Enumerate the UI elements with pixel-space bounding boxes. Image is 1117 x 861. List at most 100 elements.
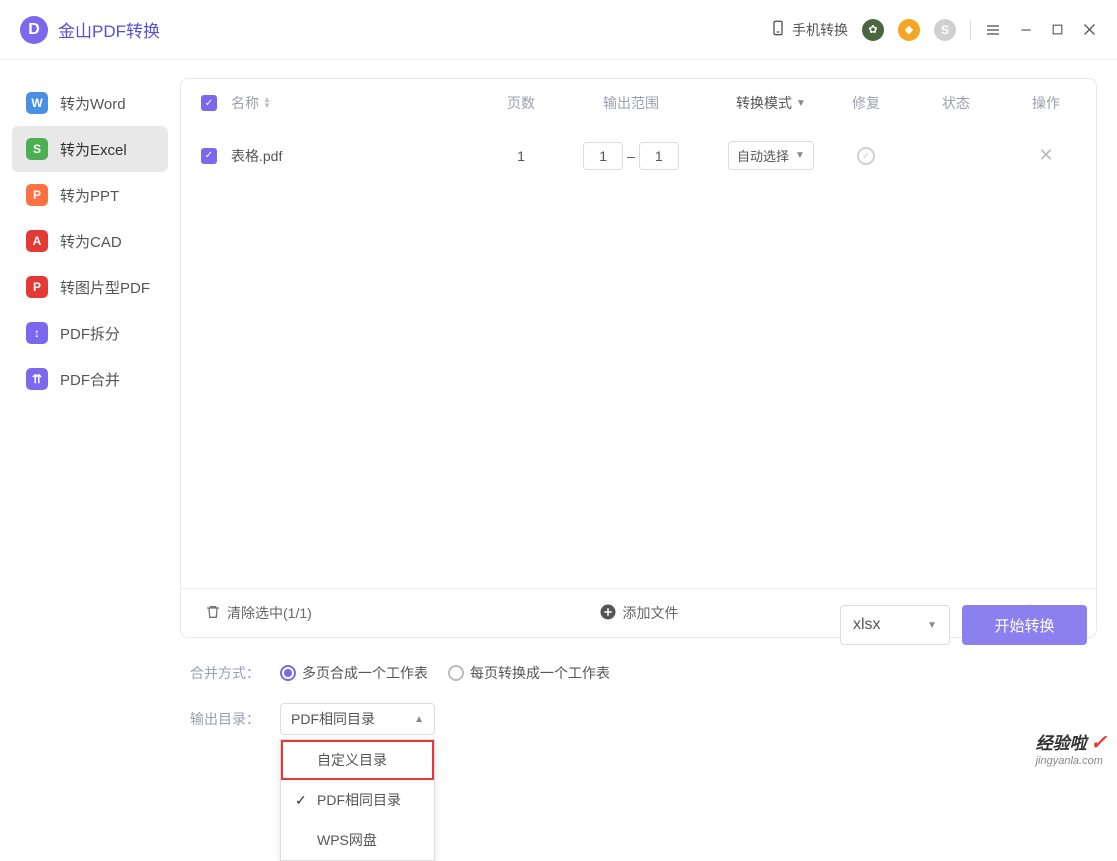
format-value: xlsx <box>853 616 881 634</box>
merge-icon: ⇈ <box>26 368 48 390</box>
split-icon: ↕ <box>26 322 48 344</box>
minimize-icon[interactable] <box>1019 23 1033 37</box>
header-action: 操作 <box>1016 93 1076 113</box>
file-list: ✓ 表格.pdf 1 – 自动选择 ▼ <box>181 127 1096 588</box>
header-repair: 修复 <box>836 93 896 113</box>
titlebar: D 金山PDF转换 手机转换 ✿ ◆ S <box>0 0 1117 60</box>
sidebar-item-label: 转为CAD <box>60 231 122 252</box>
sidebar: W 转为Word S 转为Excel P 转为PPT A 转为CAD P 转图片… <box>0 60 180 775</box>
clear-label: 清除选中(1/1) <box>227 603 312 623</box>
row-checkbox[interactable]: ✓ <box>201 148 217 164</box>
phone-icon <box>770 20 786 39</box>
table-header: ✓ 名称 ▲▼ 页数 输出范围 转换模式 ▼ 修复 状态 操作 <box>181 79 1096 127</box>
sidebar-item-merge[interactable]: ⇈ PDF合并 <box>12 356 168 402</box>
chevron-down-icon: ▼ <box>796 98 806 109</box>
sidebar-item-imgpdf[interactable]: P 转图片型PDF <box>12 264 168 310</box>
sync-badge-icon[interactable]: S <box>934 19 956 41</box>
select-all-checkbox[interactable]: ✓ <box>201 95 217 111</box>
header-name-label: 名称 <box>231 93 259 113</box>
avatar-badge-icon[interactable]: ✿ <box>862 19 884 41</box>
range-from-input[interactable] <box>583 142 623 170</box>
dropdown-custom-dir[interactable]: 自定义目录 <box>281 740 434 780</box>
chevron-down-icon: ▼ <box>795 150 805 161</box>
remove-file-icon[interactable]: ✕ <box>1038 145 1053 165</box>
dropdown-same-label: PDF相同目录 <box>317 790 401 810</box>
app-title: 金山PDF转换 <box>58 17 160 42</box>
divider <box>970 20 971 40</box>
sidebar-item-label: 转为PPT <box>60 185 119 206</box>
header-name[interactable]: 名称 ▲▼ <box>231 93 486 113</box>
word-icon: W <box>26 92 48 114</box>
watermark-url: jingyanla.com <box>1036 755 1107 767</box>
merge-option-row: 合并方式： 多页合成一个工作表 每页转换成一个工作表 <box>190 663 1087 683</box>
file-name[interactable]: 表格.pdf <box>231 146 486 166</box>
main: W 转为Word S 转为Excel P 转为PPT A 转为CAD P 转图片… <box>0 60 1117 775</box>
plus-circle-icon <box>599 603 617 624</box>
dropdown-same-dir[interactable]: ✓ PDF相同目录 <box>281 780 434 820</box>
maximize-icon[interactable] <box>1051 23 1064 36</box>
file-pages: 1 <box>486 148 556 164</box>
format-select[interactable]: xlsx ▼ <box>840 605 950 645</box>
sidebar-item-ppt[interactable]: P 转为PPT <box>12 172 168 218</box>
output-dir-dropdown: 自定义目录 ✓ PDF相同目录 WPS网盘 <box>280 739 435 861</box>
app-logo-icon: D <box>20 16 48 44</box>
close-icon[interactable] <box>1082 22 1097 37</box>
trash-icon <box>205 604 221 623</box>
sidebar-item-cad[interactable]: A 转为CAD <box>12 218 168 264</box>
sidebar-item-excel[interactable]: S 转为Excel <box>12 126 168 172</box>
merge-multi-radio[interactable]: 每页转换成一个工作表 <box>448 663 610 683</box>
bottom-actions: xlsx ▼ 开始转换 <box>840 605 1087 645</box>
add-file-label: 添加文件 <box>623 603 679 623</box>
range-separator: – <box>627 148 639 164</box>
image-pdf-icon: P <box>26 276 48 298</box>
dropdown-wps-drive[interactable]: WPS网盘 <box>281 820 434 860</box>
file-range: – <box>556 142 706 170</box>
sidebar-item-label: PDF合并 <box>60 369 120 390</box>
sidebar-item-label: 转为Word <box>60 93 126 114</box>
options-area: 合并方式： 多页合成一个工作表 每页转换成一个工作表 输出目录： PDF相同目录… <box>180 638 1097 755</box>
table-row: ✓ 表格.pdf 1 – 自动选择 ▼ <box>181 127 1096 184</box>
header-mode[interactable]: 转换模式 ▼ <box>706 93 836 113</box>
sidebar-item-label: PDF拆分 <box>60 323 120 344</box>
radio-unchecked-icon <box>448 665 464 681</box>
output-dir-select[interactable]: PDF相同目录 ▲ <box>280 703 435 735</box>
header-range: 输出范围 <box>556 93 706 113</box>
sidebar-item-split[interactable]: ↕ PDF拆分 <box>12 310 168 356</box>
sidebar-item-word[interactable]: W 转为Word <box>12 80 168 126</box>
cad-icon: A <box>26 230 48 252</box>
file-panel: ✓ 名称 ▲▼ 页数 输出范围 转换模式 ▼ 修复 状态 操作 <box>180 78 1097 638</box>
content-area: ✓ 名称 ▲▼ 页数 输出范围 转换模式 ▼ 修复 状态 操作 <box>180 60 1117 775</box>
titlebar-right: 手机转换 ✿ ◆ S <box>770 19 1097 41</box>
output-dir-value: PDF相同目录 <box>291 709 375 729</box>
mode-select[interactable]: 自动选择 ▼ <box>728 141 814 170</box>
clear-selected-button[interactable]: 清除选中(1/1) <box>205 603 312 623</box>
logo-area: D 金山PDF转换 <box>20 16 160 44</box>
chevron-down-icon: ▼ <box>927 620 937 631</box>
excel-icon: S <box>26 138 48 160</box>
sidebar-item-label: 转为Excel <box>60 139 127 160</box>
header-pages: 页数 <box>486 93 556 113</box>
sort-icon: ▲▼ <box>263 97 271 109</box>
repair-check-icon[interactable]: ✓ <box>857 147 875 165</box>
sidebar-item-label: 转图片型PDF <box>60 277 150 298</box>
add-file-button[interactable]: 添加文件 <box>599 603 679 624</box>
merge-single-radio[interactable]: 多页合成一个工作表 <box>280 663 428 683</box>
dropdown-custom-label: 自定义目录 <box>317 750 387 770</box>
mode-value: 自动选择 <box>737 146 789 165</box>
mobile-convert-button[interactable]: 手机转换 <box>770 20 848 40</box>
chevron-up-icon: ▲ <box>414 714 424 725</box>
output-dir-row: 输出目录： PDF相同目录 ▲ 自定义目录 ✓ PDF相同目录 <box>190 703 1087 735</box>
shield-badge-icon[interactable]: ◆ <box>898 19 920 41</box>
merge-opt1-label: 多页合成一个工作表 <box>302 663 428 683</box>
header-status: 状态 <box>896 93 1016 113</box>
checkmark-icon: ✓ <box>1090 732 1107 754</box>
output-dir-label: 输出目录： <box>190 709 260 729</box>
start-convert-button[interactable]: 开始转换 <box>962 605 1087 645</box>
menu-icon[interactable] <box>985 22 1001 38</box>
watermark: 经验啦 ✓ jingyanla.com <box>1036 729 1107 767</box>
dropdown-wps-label: WPS网盘 <box>317 830 377 850</box>
merge-mode-label: 合并方式： <box>190 663 260 683</box>
range-to-input[interactable] <box>639 142 679 170</box>
merge-opt2-label: 每页转换成一个工作表 <box>470 663 610 683</box>
mobile-convert-label: 手机转换 <box>792 20 848 40</box>
